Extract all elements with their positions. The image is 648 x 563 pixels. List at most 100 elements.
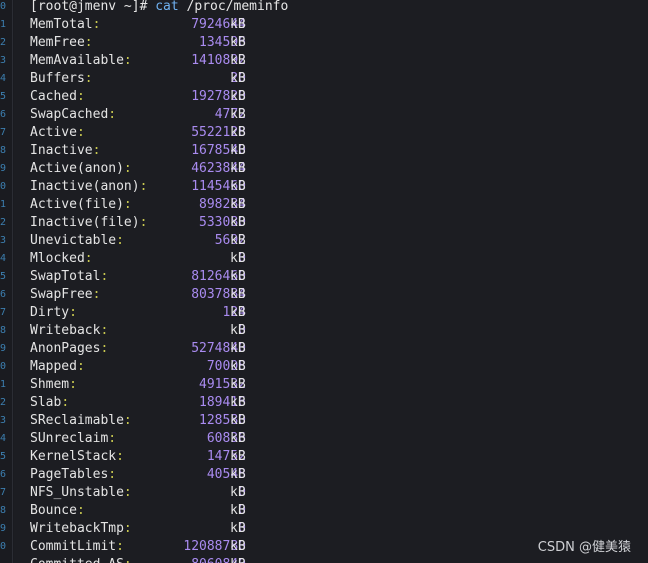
meminfo-key-colon: : xyxy=(108,467,117,482)
gutter-line-number: 2 xyxy=(0,37,7,48)
meminfo-key-label: Committed_AS xyxy=(30,557,124,563)
meminfo-unit: kB xyxy=(230,449,246,464)
meminfo-row: Inactive(file): 533080 kB xyxy=(30,214,270,232)
prompt-command: cat xyxy=(155,0,179,14)
meminfo-key-colon: : xyxy=(124,557,132,563)
gutter-line-number: 5 xyxy=(0,451,7,462)
gutter-line-number: 4 xyxy=(0,253,7,264)
meminfo-unit: kB xyxy=(230,269,246,284)
meminfo-unit: kB xyxy=(230,521,246,536)
meminfo-unit: kB xyxy=(230,17,246,32)
gutter-line-number: 5 xyxy=(0,271,7,282)
meminfo-unit: kB xyxy=(230,485,246,500)
meminfo-key-label: PageTables xyxy=(30,467,109,482)
gutter-line-number: 1 xyxy=(0,379,7,390)
gutter-line-number: 9 xyxy=(0,343,7,354)
gutter-line-number: 9 xyxy=(0,163,7,174)
meminfo-key-label: SwapFree xyxy=(30,287,93,302)
gutter-line-number: 7 xyxy=(0,487,7,498)
meminfo-key-label: Cached xyxy=(30,89,77,104)
meminfo-unit: kB xyxy=(230,305,246,320)
meminfo-key: Active(anon): xyxy=(30,160,132,178)
meminfo-unit: kB xyxy=(230,233,246,248)
prompt-symbol: # xyxy=(139,0,148,14)
meminfo-key: MemTotal: xyxy=(30,16,100,34)
meminfo-key: SwapTotal: xyxy=(30,268,108,286)
meminfo-key-colon: : xyxy=(76,359,85,374)
meminfo-key: SReclaimable: xyxy=(30,412,132,430)
meminfo-row: Slab: 189416 kB xyxy=(30,394,270,412)
meminfo-row: Committed_AS:8060840kB xyxy=(30,556,270,563)
gutter-line-number: 8 xyxy=(0,145,7,156)
meminfo-key-label: AnonPages xyxy=(30,341,101,356)
meminfo-unit: kB xyxy=(230,341,246,356)
prompt-user-host: [root@jmenv ~] xyxy=(30,0,140,14)
meminfo-row: Active: 5522128 kB xyxy=(30,124,270,142)
meminfo-unit: kB xyxy=(230,395,246,410)
gutter-line-number: 2 xyxy=(0,217,7,228)
meminfo-key: Mlocked: xyxy=(30,250,93,268)
meminfo-unit: kB xyxy=(230,539,246,554)
meminfo-key: Committed_AS: xyxy=(30,556,132,563)
meminfo-key: Bounce: xyxy=(30,502,85,520)
meminfo-row: Mlocked: 0 kB xyxy=(30,250,270,268)
meminfo-key: Mapped: xyxy=(30,358,85,376)
meminfo-key: CommitLimit: xyxy=(30,538,124,556)
gutter-line-number: 8 xyxy=(0,505,7,516)
meminfo-row: SReclaimable: 128580 kB xyxy=(30,412,270,430)
meminfo-key-colon: : xyxy=(123,413,132,428)
meminfo-key-colon: : xyxy=(108,431,117,446)
meminfo-key: Inactive(file): xyxy=(30,214,147,232)
meminfo-key-label: Mapped xyxy=(30,359,77,374)
meminfo-key-label: Inactive(file) xyxy=(30,215,140,230)
meminfo-row: WritebackTmp: 0 kB xyxy=(30,520,270,538)
meminfo-key: Buffers: xyxy=(30,70,93,88)
meminfo-key: Dirty: xyxy=(30,304,77,322)
meminfo-key-colon: : xyxy=(69,377,77,392)
meminfo-row: PageTables: 40548 kB xyxy=(30,466,270,484)
meminfo-row: SUnreclaim: 60836 kB xyxy=(30,430,270,448)
meminfo-key: Shmem: xyxy=(30,376,77,394)
gutter-line-number: 6 xyxy=(0,289,7,300)
meminfo-key: Slab: xyxy=(30,394,69,412)
meminfo-unit: kB xyxy=(230,215,246,230)
gutter-line-number: 8 xyxy=(0,325,7,336)
gutter-line-number: 0 xyxy=(0,541,7,552)
meminfo-unit: kB xyxy=(230,197,246,212)
gutter-line-number: 2 xyxy=(0,397,7,408)
meminfo-key: Inactive: xyxy=(30,142,100,160)
csdn-watermark: CSDN @健美猿 xyxy=(537,540,631,555)
meminfo-unit: kB xyxy=(230,179,246,194)
meminfo-key-label: Inactive xyxy=(30,143,93,158)
meminfo-key-label: MemFree xyxy=(30,35,85,50)
meminfo-key-label: Bounce xyxy=(30,503,77,518)
meminfo-key-colon: : xyxy=(116,539,124,554)
meminfo-key-label: SReclaimable xyxy=(30,413,124,428)
meminfo-key: Writeback: xyxy=(30,322,108,340)
prompt-argument: /proc/meminfo xyxy=(186,0,289,14)
meminfo-unit: kB xyxy=(230,413,246,428)
meminfo-key-colon: : xyxy=(61,395,70,410)
meminfo-key-colon: : xyxy=(100,323,109,338)
meminfo-unit: kB xyxy=(230,556,246,563)
meminfo-key-label: Buffers xyxy=(30,71,85,86)
meminfo-unit: kB xyxy=(230,431,246,446)
terminal-window[interactable]: 0 1 2 3 4 5 6 7 8 9 0 1 2 3 4 5 6 7 8 9 0 1 2 3 4 5 6 7 8 9 0 [root@jm… xyxy=(0,0,648,563)
meminfo-key-label: Inactive(anon) xyxy=(30,179,140,194)
meminfo-unit: kB xyxy=(230,377,246,392)
meminfo-row: SwapTotal: 8126460 kB xyxy=(30,268,270,286)
meminfo-key-colon: : xyxy=(69,305,77,320)
gutter-line-number: 6 xyxy=(0,469,7,480)
meminfo-key-colon: : xyxy=(76,89,85,104)
meminfo-key-colon: : xyxy=(100,269,109,284)
meminfo-key-colon: : xyxy=(84,71,93,86)
gutter-line-number: 3 xyxy=(0,235,7,246)
meminfo-row: Shmem: 491532 kB xyxy=(30,376,270,394)
meminfo-key-colon: : xyxy=(100,341,109,356)
meminfo-key-label: Dirty xyxy=(30,305,70,320)
meminfo-unit: kB xyxy=(230,359,246,374)
meminfo-key-label: KernelStack xyxy=(30,449,117,464)
shell-prompt-line: [root@jmenv ~]# cat /proc/meminfo xyxy=(30,0,288,16)
meminfo-row: KernelStack: 14752 kB xyxy=(30,448,270,466)
meminfo-key-colon: : xyxy=(76,503,85,518)
